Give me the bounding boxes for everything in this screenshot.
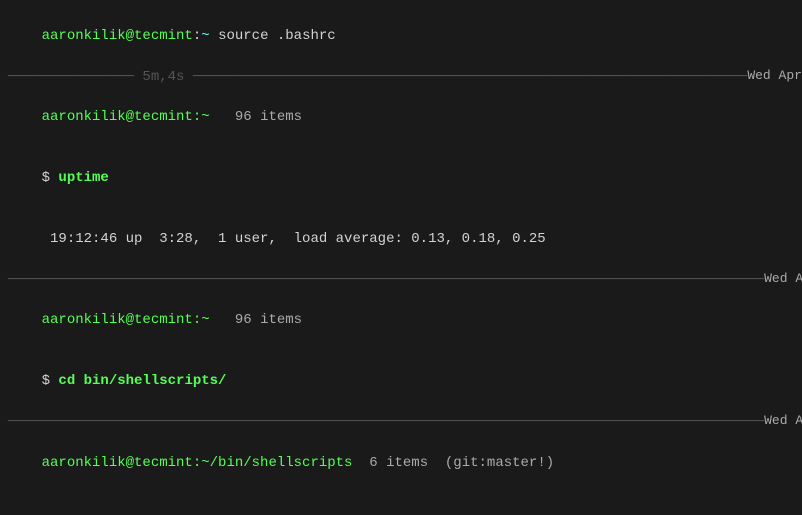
line-cd: $ cd bin/shellscripts/: [8, 351, 794, 412]
prompt-info-1: aaronkilik@tecmint:~ 96 items: [8, 87, 794, 148]
divider-2: ────────────────────────────────────────…: [8, 270, 794, 290]
line-uptime: $ uptime: [8, 148, 794, 209]
prompt-info-2: aaronkilik@tecmint:~ 96 items: [8, 290, 794, 351]
uptime-output: 19:12:46 up 3:28, 1 user, load average: …: [8, 209, 794, 270]
command-source: source .bashrc: [218, 28, 336, 44]
prompt-info-3: aaronkilik@tecmint:~/bin/shellscripts 6 …: [8, 432, 794, 493]
terminal: aaronkilik@tecmint:~ source .bashrc ────…: [0, 0, 802, 515]
divider-1: ─────────────── 5m,4s ──────────────────…: [8, 67, 794, 87]
divider-3: ────────────────────────────────────────…: [8, 412, 794, 432]
prompt-user: aaronkilik@tecmint: [42, 28, 193, 44]
line-1: aaronkilik@tecmint:~ source .bashrc: [8, 6, 794, 67]
line-ls: $ ls: [8, 493, 794, 515]
prompt-path: ~: [201, 28, 209, 44]
